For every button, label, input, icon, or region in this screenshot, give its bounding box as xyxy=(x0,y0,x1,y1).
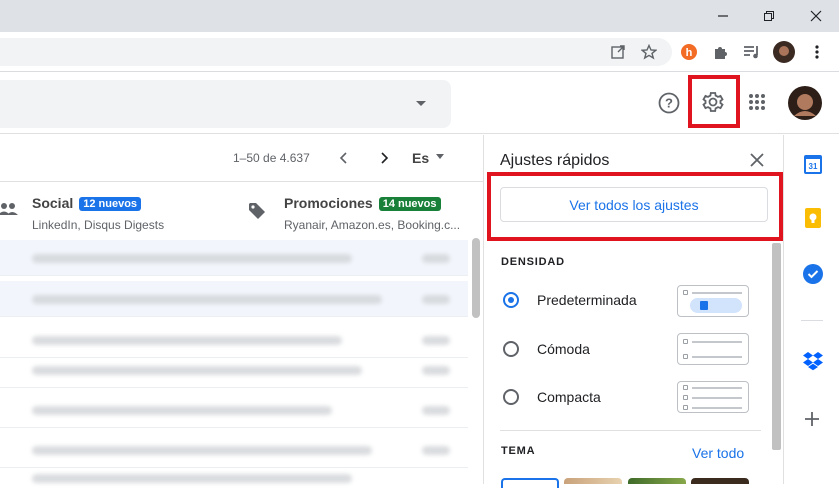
settings-gear-icon[interactable] xyxy=(693,82,733,122)
density-default-radio[interactable] xyxy=(503,292,519,308)
theme-thumbnail[interactable] xyxy=(691,478,749,484)
rail-divider xyxy=(801,320,823,321)
browser-titlebar xyxy=(0,0,839,32)
dropbox-icon[interactable] xyxy=(802,351,824,376)
browser-menu-icon[interactable] xyxy=(805,40,829,64)
quick-settings-title: Ajustes rápidos xyxy=(500,152,610,169)
email-row[interactable] xyxy=(0,392,468,428)
panel-scrollbar[interactable] xyxy=(772,243,781,450)
see-all-settings-button[interactable]: Ver todos los ajustes xyxy=(500,187,768,222)
email-row[interactable] xyxy=(0,352,468,388)
svg-text:h: h xyxy=(686,47,693,59)
theme-see-all-link[interactable]: Ver todo xyxy=(692,445,744,461)
divider xyxy=(500,430,761,431)
density-default-thumbnail[interactable] xyxy=(677,285,749,317)
density-comfortable-thumbnail[interactable] xyxy=(677,333,749,365)
tag-icon xyxy=(248,202,266,225)
tab-social-title: Social xyxy=(32,195,74,211)
minimize-icon[interactable] xyxy=(700,0,746,32)
quick-settings-panel: Ajustes rápidos Ver todos los ajustes DE… xyxy=(483,135,783,488)
tab-promociones-subtitle: Ryanair, Amazon.es, Booking.c... xyxy=(284,218,461,232)
email-row[interactable] xyxy=(0,240,468,276)
search-input[interactable] xyxy=(0,80,451,128)
help-icon[interactable]: ? xyxy=(649,83,689,123)
list-toolbar: 1–50 de 4.637 Es xyxy=(0,135,483,182)
close-window-icon[interactable] xyxy=(793,0,839,32)
calendar-icon[interactable]: 31 xyxy=(804,154,822,179)
pagination-range: 1–50 de 4.637 xyxy=(233,151,310,165)
extensions-puzzle-icon[interactable] xyxy=(708,40,732,64)
email-row[interactable] xyxy=(0,432,468,468)
tab-social-badge: 12 nuevos xyxy=(79,197,142,211)
account-avatar[interactable] xyxy=(788,86,822,120)
tab-social-subtitle: LinkedIn, Disqus Digests xyxy=(32,218,165,232)
density-heading: DENSIDAD xyxy=(501,256,565,268)
svg-text:?: ? xyxy=(665,96,673,111)
extension-honey-icon[interactable]: h xyxy=(677,40,701,64)
restore-icon[interactable] xyxy=(746,0,792,32)
tab-social[interactable]: Social 12 nuevos LinkedIn, Disqus Digests xyxy=(0,182,240,236)
list-scrollbar[interactable] xyxy=(472,238,480,318)
theme-default-thumbnail[interactable] xyxy=(501,478,559,488)
close-panel-icon[interactable] xyxy=(750,153,764,172)
next-page-icon[interactable] xyxy=(378,151,390,170)
density-comfortable-label: Cómoda xyxy=(537,341,590,357)
density-comfortable-radio[interactable] xyxy=(503,341,519,357)
apps-grid-icon[interactable] xyxy=(737,82,777,122)
people-icon xyxy=(0,202,18,221)
see-all-settings-label: Ver todos los ajustes xyxy=(569,196,699,213)
theme-thumbnail[interactable] xyxy=(628,478,686,484)
email-row[interactable] xyxy=(0,472,468,484)
add-addon-icon[interactable] xyxy=(805,412,819,431)
keep-icon[interactable] xyxy=(805,208,821,233)
email-row[interactable] xyxy=(0,281,468,317)
tab-promociones-title: Promociones xyxy=(284,195,373,211)
density-default-label: Predeterminada xyxy=(537,292,637,308)
address-bar[interactable] xyxy=(0,38,672,66)
media-control-icon[interactable] xyxy=(740,40,764,64)
bookmark-star-icon[interactable] xyxy=(637,40,661,64)
theme-heading: TEMA xyxy=(501,445,536,457)
side-panel-rail: 31 xyxy=(783,135,839,484)
tab-promociones-badge: 14 nuevos xyxy=(378,197,441,211)
prev-page-icon[interactable] xyxy=(338,151,350,170)
density-compact-radio[interactable] xyxy=(503,389,519,405)
tab-promociones[interactable]: Promociones 14 nuevos Ryanair, Amazon.es,… xyxy=(240,182,468,236)
theme-thumbnail[interactable] xyxy=(564,478,622,484)
profile-avatar-small[interactable] xyxy=(772,40,796,64)
search-options-icon[interactable] xyxy=(414,96,428,115)
tasks-icon[interactable] xyxy=(803,264,823,289)
input-language-selector[interactable]: Es xyxy=(412,150,445,166)
language-label: Es xyxy=(412,150,430,166)
svg-text:31: 31 xyxy=(809,162,818,171)
density-compact-label: Compacta xyxy=(537,389,601,405)
open-external-icon[interactable] xyxy=(606,40,630,64)
density-compact-thumbnail[interactable] xyxy=(677,381,749,413)
